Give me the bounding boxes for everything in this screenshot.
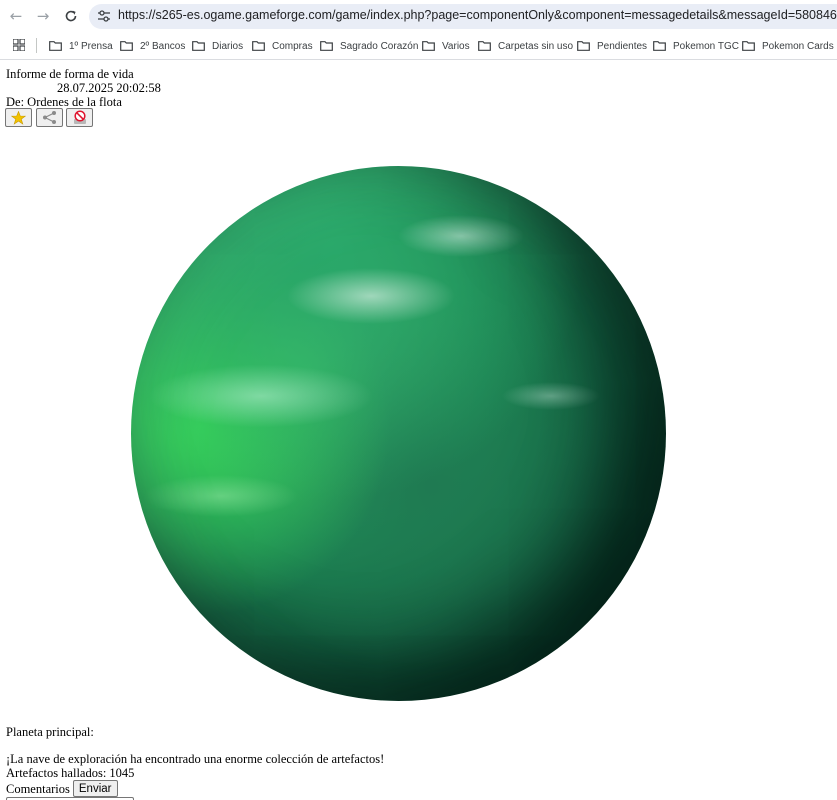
- send-button[interactable]: Enviar: [72, 780, 118, 797]
- bookmark-label: 1º Prensa: [69, 40, 113, 52]
- block-icon: [73, 110, 86, 124]
- bookmark-folder-bancos[interactable]: 2º Bancos: [120, 37, 185, 55]
- bookmark-label: Varios: [442, 40, 470, 52]
- planet-sphere: [131, 166, 666, 701]
- bookmark-label: 2º Bancos: [140, 40, 186, 52]
- folder-icon: [252, 41, 265, 51]
- address-bar[interactable]: https://s265-es.ogame.gameforge.com/game…: [89, 4, 837, 29]
- folder-icon: [577, 41, 590, 51]
- bookmark-label: Carpetas sin uso: [498, 40, 574, 52]
- block-sender-button[interactable]: [66, 108, 93, 127]
- bookmark-folder-sagrado-corazon[interactable]: Sagrado Corazón: [320, 37, 418, 55]
- bookmark-label: Sagrado Corazón: [340, 40, 419, 52]
- comments-row: Comentarios Enviar: [6, 780, 118, 797]
- share-button[interactable]: [36, 108, 63, 127]
- forward-arrow-icon[interactable]: →: [32, 5, 54, 27]
- folder-icon: [49, 41, 62, 51]
- bookmark-folder-diarios[interactable]: Diarios: [192, 37, 243, 55]
- artifacts-found: Artefactos hallados: 1045: [6, 766, 135, 780]
- share-icon: [43, 111, 56, 124]
- browser-toolbar: ← → https://s265-es.ogame.gameforge.com/…: [0, 0, 837, 33]
- site-settings-icon[interactable]: [97, 9, 111, 23]
- bookmark-folder-pokemon-cards[interactable]: Pokemon Cards: [742, 37, 834, 55]
- folder-icon: [192, 41, 205, 51]
- folder-icon: [478, 41, 491, 51]
- bookmark-folder-varios[interactable]: Varios: [422, 37, 470, 55]
- bookmark-label: Pendientes: [597, 40, 648, 52]
- bookmark-label: Pokemon Cards: [762, 40, 834, 52]
- favorite-button[interactable]: [5, 108, 32, 127]
- comments-label: Comentarios: [6, 781, 70, 796]
- bookmarks-separator: [36, 38, 37, 53]
- folder-icon: [320, 41, 333, 51]
- message-title: Informe de forma de vida: [6, 67, 134, 81]
- bookmark-folder-pokemon-tgc[interactable]: Pokemon TGC: [653, 37, 739, 55]
- bookmark-folder-pendientes[interactable]: Pendientes: [577, 37, 647, 55]
- folder-icon: [120, 41, 133, 51]
- message-sender: De: Ordenes de la flota: [6, 95, 122, 109]
- bookmark-label: Diarios: [212, 40, 244, 52]
- reload-icon[interactable]: [60, 5, 82, 27]
- apps-grid-icon[interactable]: [13, 39, 25, 51]
- planet-image: [131, 166, 666, 701]
- expedition-result-text: ¡La nave de exploración ha encontrado un…: [6, 752, 385, 766]
- bookmark-folder-carpetas-sin-uso[interactable]: Carpetas sin uso: [478, 37, 573, 55]
- planet-label: Planeta principal:: [6, 725, 94, 739]
- folder-icon: [653, 41, 666, 51]
- bookmark-folder-compras[interactable]: Compras: [252, 37, 313, 55]
- message-details: Informe de forma de vida 28.07.2025 20:0…: [0, 60, 837, 800]
- bookmark-label: Pokemon TGC: [673, 40, 739, 52]
- folder-icon: [422, 41, 435, 51]
- back-arrow-icon[interactable]: ←: [5, 5, 27, 27]
- url-text[interactable]: https://s265-es.ogame.gameforge.com/game…: [118, 8, 837, 22]
- bookmark-folder-prensa[interactable]: 1º Prensa: [49, 37, 113, 55]
- star-icon: [11, 110, 26, 125]
- folder-icon: [742, 41, 755, 51]
- bookmark-label: Compras: [272, 40, 313, 52]
- message-date: 28.07.2025 20:02:58: [57, 81, 161, 95]
- bookmarks-bar: 1º Prensa 2º Bancos Diarios Compras Sagr…: [0, 33, 837, 60]
